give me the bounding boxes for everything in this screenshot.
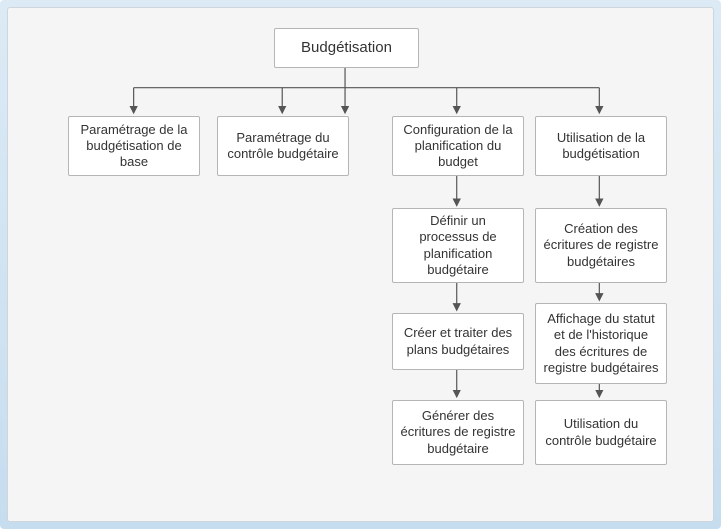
node-col3-d: Générer des écritures de registre budgét…: [392, 400, 524, 465]
node-col4-d: Utilisation du contrôle budgétaire: [535, 400, 667, 465]
node-col4-a: Utilisation de la budgétisation: [535, 116, 667, 176]
node-col2-a: Paramétrage du contrôle budgétaire: [217, 116, 349, 176]
node-col3-b: Définir un processus de planification bu…: [392, 208, 524, 283]
node-col3-a: Configuration de la planification du bud…: [392, 116, 524, 176]
node-col4-b: Création des écritures de registre budgé…: [535, 208, 667, 283]
node-col1-a: Paramétrage de la budgétisation de base: [68, 116, 200, 176]
node-col3-c: Créer et traiter des plans budgétaires: [392, 313, 524, 370]
node-col4-c: Affichage du statut et de l'historique d…: [535, 303, 667, 384]
node-root: Budgétisation: [274, 28, 419, 68]
diagram-frame: Budgétisation Paramétrage de la budgétis…: [0, 0, 721, 529]
diagram-canvas: Budgétisation Paramétrage de la budgétis…: [7, 7, 714, 522]
